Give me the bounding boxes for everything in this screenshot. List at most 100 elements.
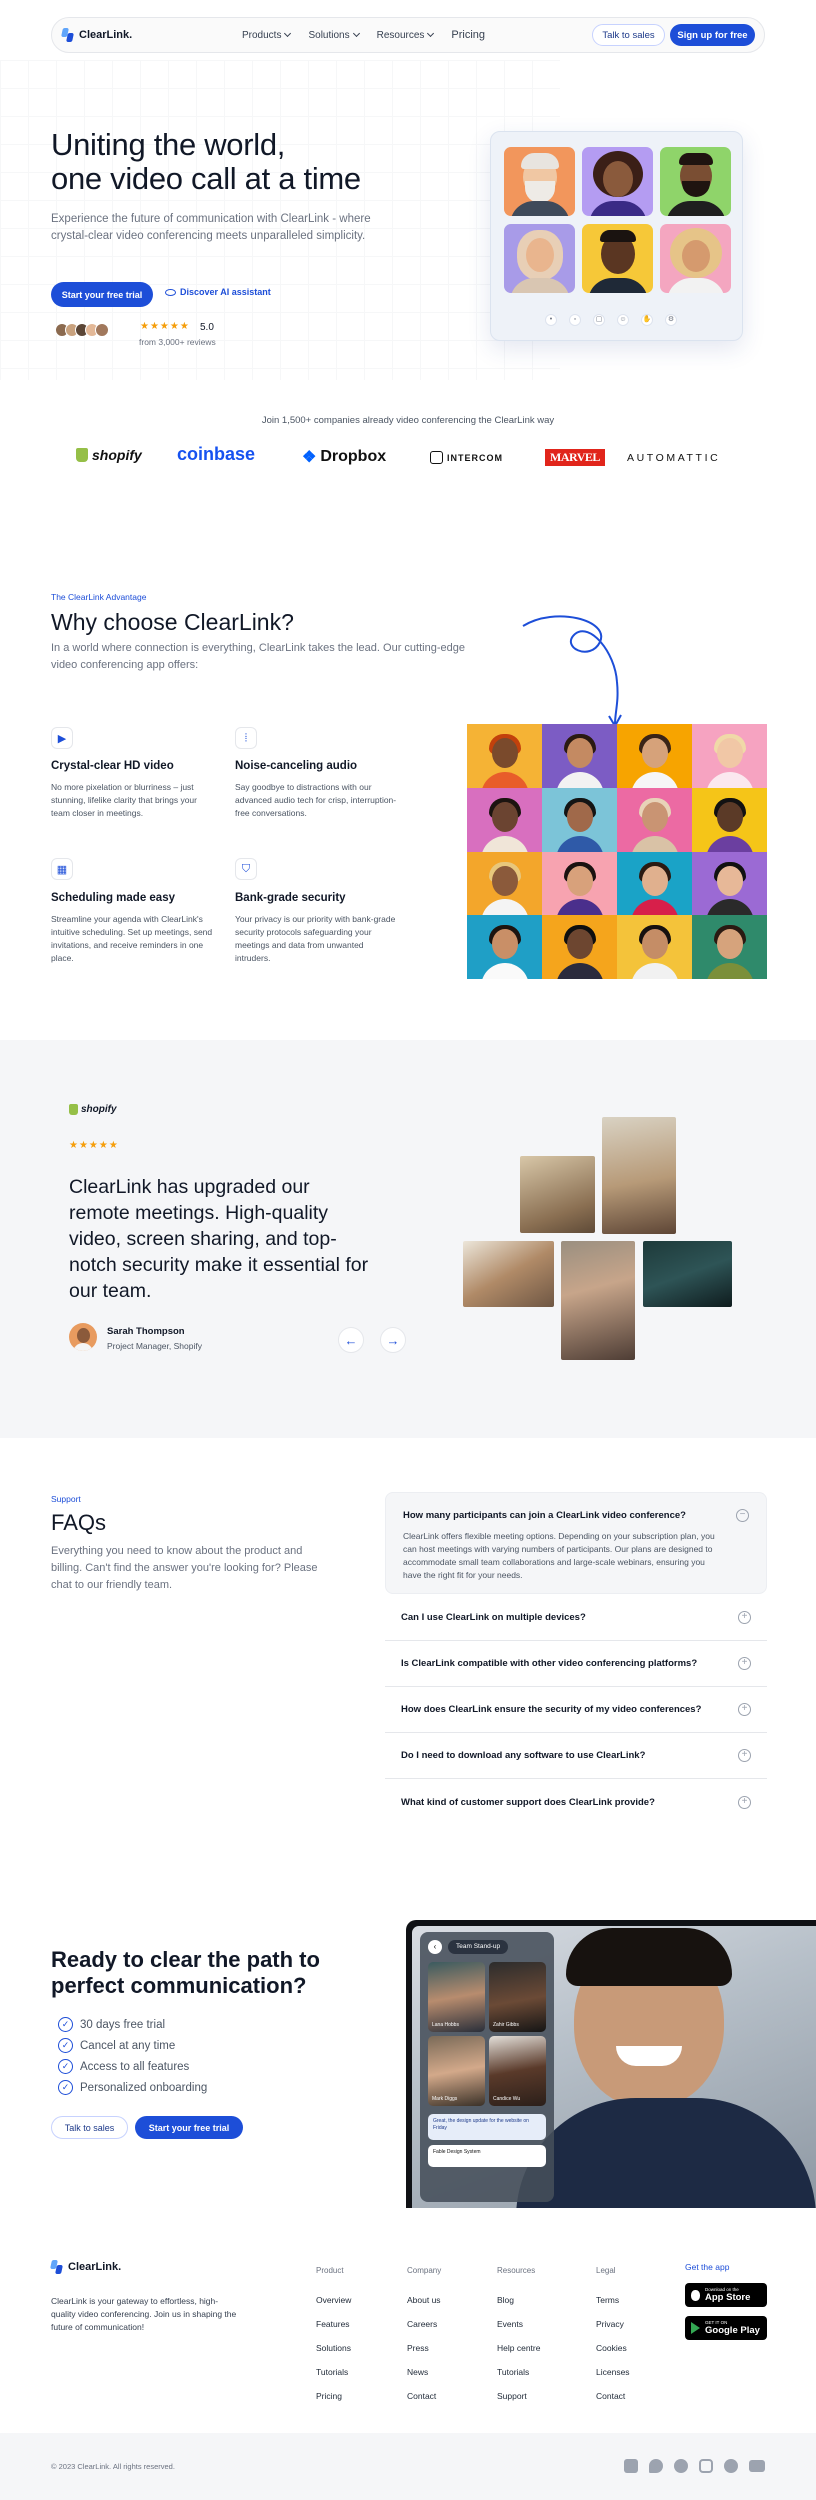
- hero-reviewer-avatars: [55, 323, 109, 337]
- youtube-icon[interactable]: [749, 2460, 765, 2472]
- testimonial-author-role: Project Manager, Shopify: [107, 1341, 202, 1351]
- footer-link[interactable]: Pricing: [316, 2384, 351, 2408]
- footer-link[interactable]: Support: [497, 2384, 540, 2408]
- plus-circle-icon: +: [738, 1611, 751, 1624]
- faq-item[interactable]: Do I need to download any software to us…: [385, 1733, 767, 1779]
- footer-link[interactable]: Press: [407, 2336, 441, 2360]
- participant-tile: [660, 224, 731, 293]
- person-photo: [617, 915, 692, 979]
- hero-start-trial-button[interactable]: Start your free trial: [51, 282, 153, 307]
- hero-subtitle: Experience the future of communication w…: [51, 213, 371, 242]
- faq-question: Is ClearLink compatible with other video…: [401, 1658, 698, 1669]
- nav-resources[interactable]: Resources: [377, 30, 435, 41]
- plus-circle-icon: +: [738, 1749, 751, 1762]
- twitter-icon[interactable]: [649, 2459, 663, 2473]
- speaker-smile: [616, 2046, 682, 2066]
- testimonial-stars: ★★★★★: [69, 1140, 119, 1151]
- chat-message-text: Great, the design update for the website…: [433, 2118, 529, 2131]
- hero-rating-value: 5.0: [200, 322, 214, 333]
- person-photo: [467, 787, 542, 852]
- google-play-button[interactable]: GET IT ON Google Play: [685, 2316, 767, 2340]
- linkedin-icon[interactable]: [624, 2459, 638, 2473]
- footer-link[interactable]: Contact: [596, 2384, 630, 2408]
- faq-item[interactable]: Can I use ClearLink on multiple devices?…: [385, 1595, 767, 1641]
- footer-link[interactable]: Contact: [407, 2384, 441, 2408]
- footer-link[interactable]: Tutorials: [316, 2360, 351, 2384]
- dropbox-logo-text: Dropbox: [320, 448, 387, 465]
- why-title: Why choose ClearLink?: [51, 609, 294, 635]
- chat-icon[interactable]: ▢: [593, 314, 605, 326]
- footer-link[interactable]: Licenses: [596, 2360, 630, 2384]
- person-photo: [692, 915, 767, 979]
- nav-solutions-label: Solutions: [308, 29, 350, 41]
- footer-link[interactable]: Features: [316, 2312, 351, 2336]
- faq-item[interactable]: Is ClearLink compatible with other video…: [385, 1641, 767, 1687]
- footer-link[interactable]: Help centre: [497, 2336, 540, 2360]
- settings-icon[interactable]: ⚙: [665, 314, 677, 326]
- nav-sign-up-button[interactable]: Sign up for free: [670, 24, 755, 46]
- camera-icon[interactable]: ▫: [569, 314, 581, 326]
- faq-item[interactable]: What kind of customer support does Clear…: [385, 1779, 767, 1825]
- footer-logo[interactable]: ClearLink.: [50, 2260, 121, 2274]
- person-photo: [617, 724, 692, 788]
- faq-question: How does ClearLink ensure the security o…: [401, 1704, 702, 1715]
- footer-link[interactable]: Careers: [407, 2312, 441, 2336]
- google-play-icon: [691, 2322, 700, 2334]
- checklist-label: Personalized onboarding: [80, 2081, 208, 2094]
- testimonial-prev-button[interactable]: ←: [338, 1327, 364, 1353]
- faq-item[interactable]: How does ClearLink ensure the security o…: [385, 1687, 767, 1733]
- cta-talk-to-sales-button[interactable]: Talk to sales: [51, 2116, 128, 2139]
- instagram-icon[interactable]: [699, 2459, 713, 2473]
- footer-link[interactable]: About us: [407, 2288, 441, 2312]
- feature-title: Crystal-clear HD video: [51, 760, 174, 772]
- app-store-button[interactable]: Download on the App Store: [685, 2283, 767, 2307]
- chat-attachment-text: Fable Design System: [433, 2149, 481, 2155]
- footer-link[interactable]: Tutorials: [497, 2360, 540, 2384]
- nav-solutions[interactable]: Solutions: [308, 29, 360, 41]
- team-photo: [520, 1156, 595, 1233]
- plus-circle-icon: +: [738, 1703, 751, 1716]
- testimonial-author-avatar: [69, 1323, 97, 1351]
- app-store-label: Download on the App Store: [705, 2287, 750, 2303]
- footer-link[interactable]: Overview: [316, 2288, 351, 2312]
- nav-pricing-label: Pricing: [451, 29, 486, 41]
- footer-col-resources: Resources Blog Events Help centre Tutori…: [497, 2266, 540, 2408]
- avatar: [95, 323, 109, 337]
- footer-link[interactable]: Solutions: [316, 2336, 351, 2360]
- curly-arrow-icon: [522, 615, 622, 729]
- nav-talk-to-sales-button[interactable]: Talk to sales: [592, 24, 665, 46]
- footer-link[interactable]: Cookies: [596, 2336, 630, 2360]
- team-photo: [643, 1241, 732, 1307]
- facebook-icon[interactable]: [674, 2459, 688, 2473]
- microphone-icon[interactable]: •: [545, 314, 557, 326]
- footer-link[interactable]: Events: [497, 2312, 540, 2336]
- hero-rating-stars: ★★★★★: [140, 321, 190, 332]
- minus-circle-icon[interactable]: −: [736, 1509, 749, 1522]
- footer-link[interactable]: Terms: [596, 2288, 630, 2312]
- footer-col-product: Product Overview Features Solutions Tuto…: [316, 2266, 351, 2408]
- feature-desc: Say goodbye to distractions with our adv…: [235, 782, 397, 818]
- raise-hand-icon[interactable]: ✋: [641, 314, 653, 326]
- automattic-logo: AUTOMATTIC: [627, 452, 721, 464]
- cta-title-line1: Ready to clear the path to: [51, 1947, 320, 1972]
- cta-checklist: ✓ 30 days free trial ✓ Cancel at any time …: [58, 2014, 207, 2098]
- nav-pricing[interactable]: Pricing: [451, 29, 485, 41]
- github-icon[interactable]: [724, 2459, 738, 2473]
- nav-products[interactable]: Products: [242, 30, 292, 41]
- person-photo: [692, 724, 767, 788]
- cta-start-trial-button[interactable]: Start your free trial: [135, 2116, 243, 2139]
- faq-open-item[interactable]: How many participants can join a ClearLi…: [385, 1492, 767, 1594]
- intercom-logo-text: INTERCOM: [447, 452, 503, 463]
- emoji-icon[interactable]: ☺: [617, 314, 629, 326]
- clearlink-logo[interactable]: ClearLink.: [61, 28, 132, 42]
- hero-video-call-card: • ▫ ▢ ☺ ✋ ⚙: [490, 131, 743, 341]
- hero-discover-ai-link[interactable]: Discover AI assistant: [165, 287, 271, 297]
- hero-title-line2: one video call at a time: [51, 161, 361, 196]
- back-icon[interactable]: ‹: [428, 1940, 442, 1954]
- footer-link[interactable]: Privacy: [596, 2312, 630, 2336]
- footer-col-company: Company About us Careers Press News Cont…: [407, 2266, 441, 2408]
- footer-link[interactable]: News: [407, 2360, 441, 2384]
- testimonial-next-button[interactable]: →: [380, 1327, 406, 1353]
- footer-link[interactable]: Blog: [497, 2288, 540, 2312]
- why-subtitle: In a world where connection is everythin…: [51, 642, 465, 671]
